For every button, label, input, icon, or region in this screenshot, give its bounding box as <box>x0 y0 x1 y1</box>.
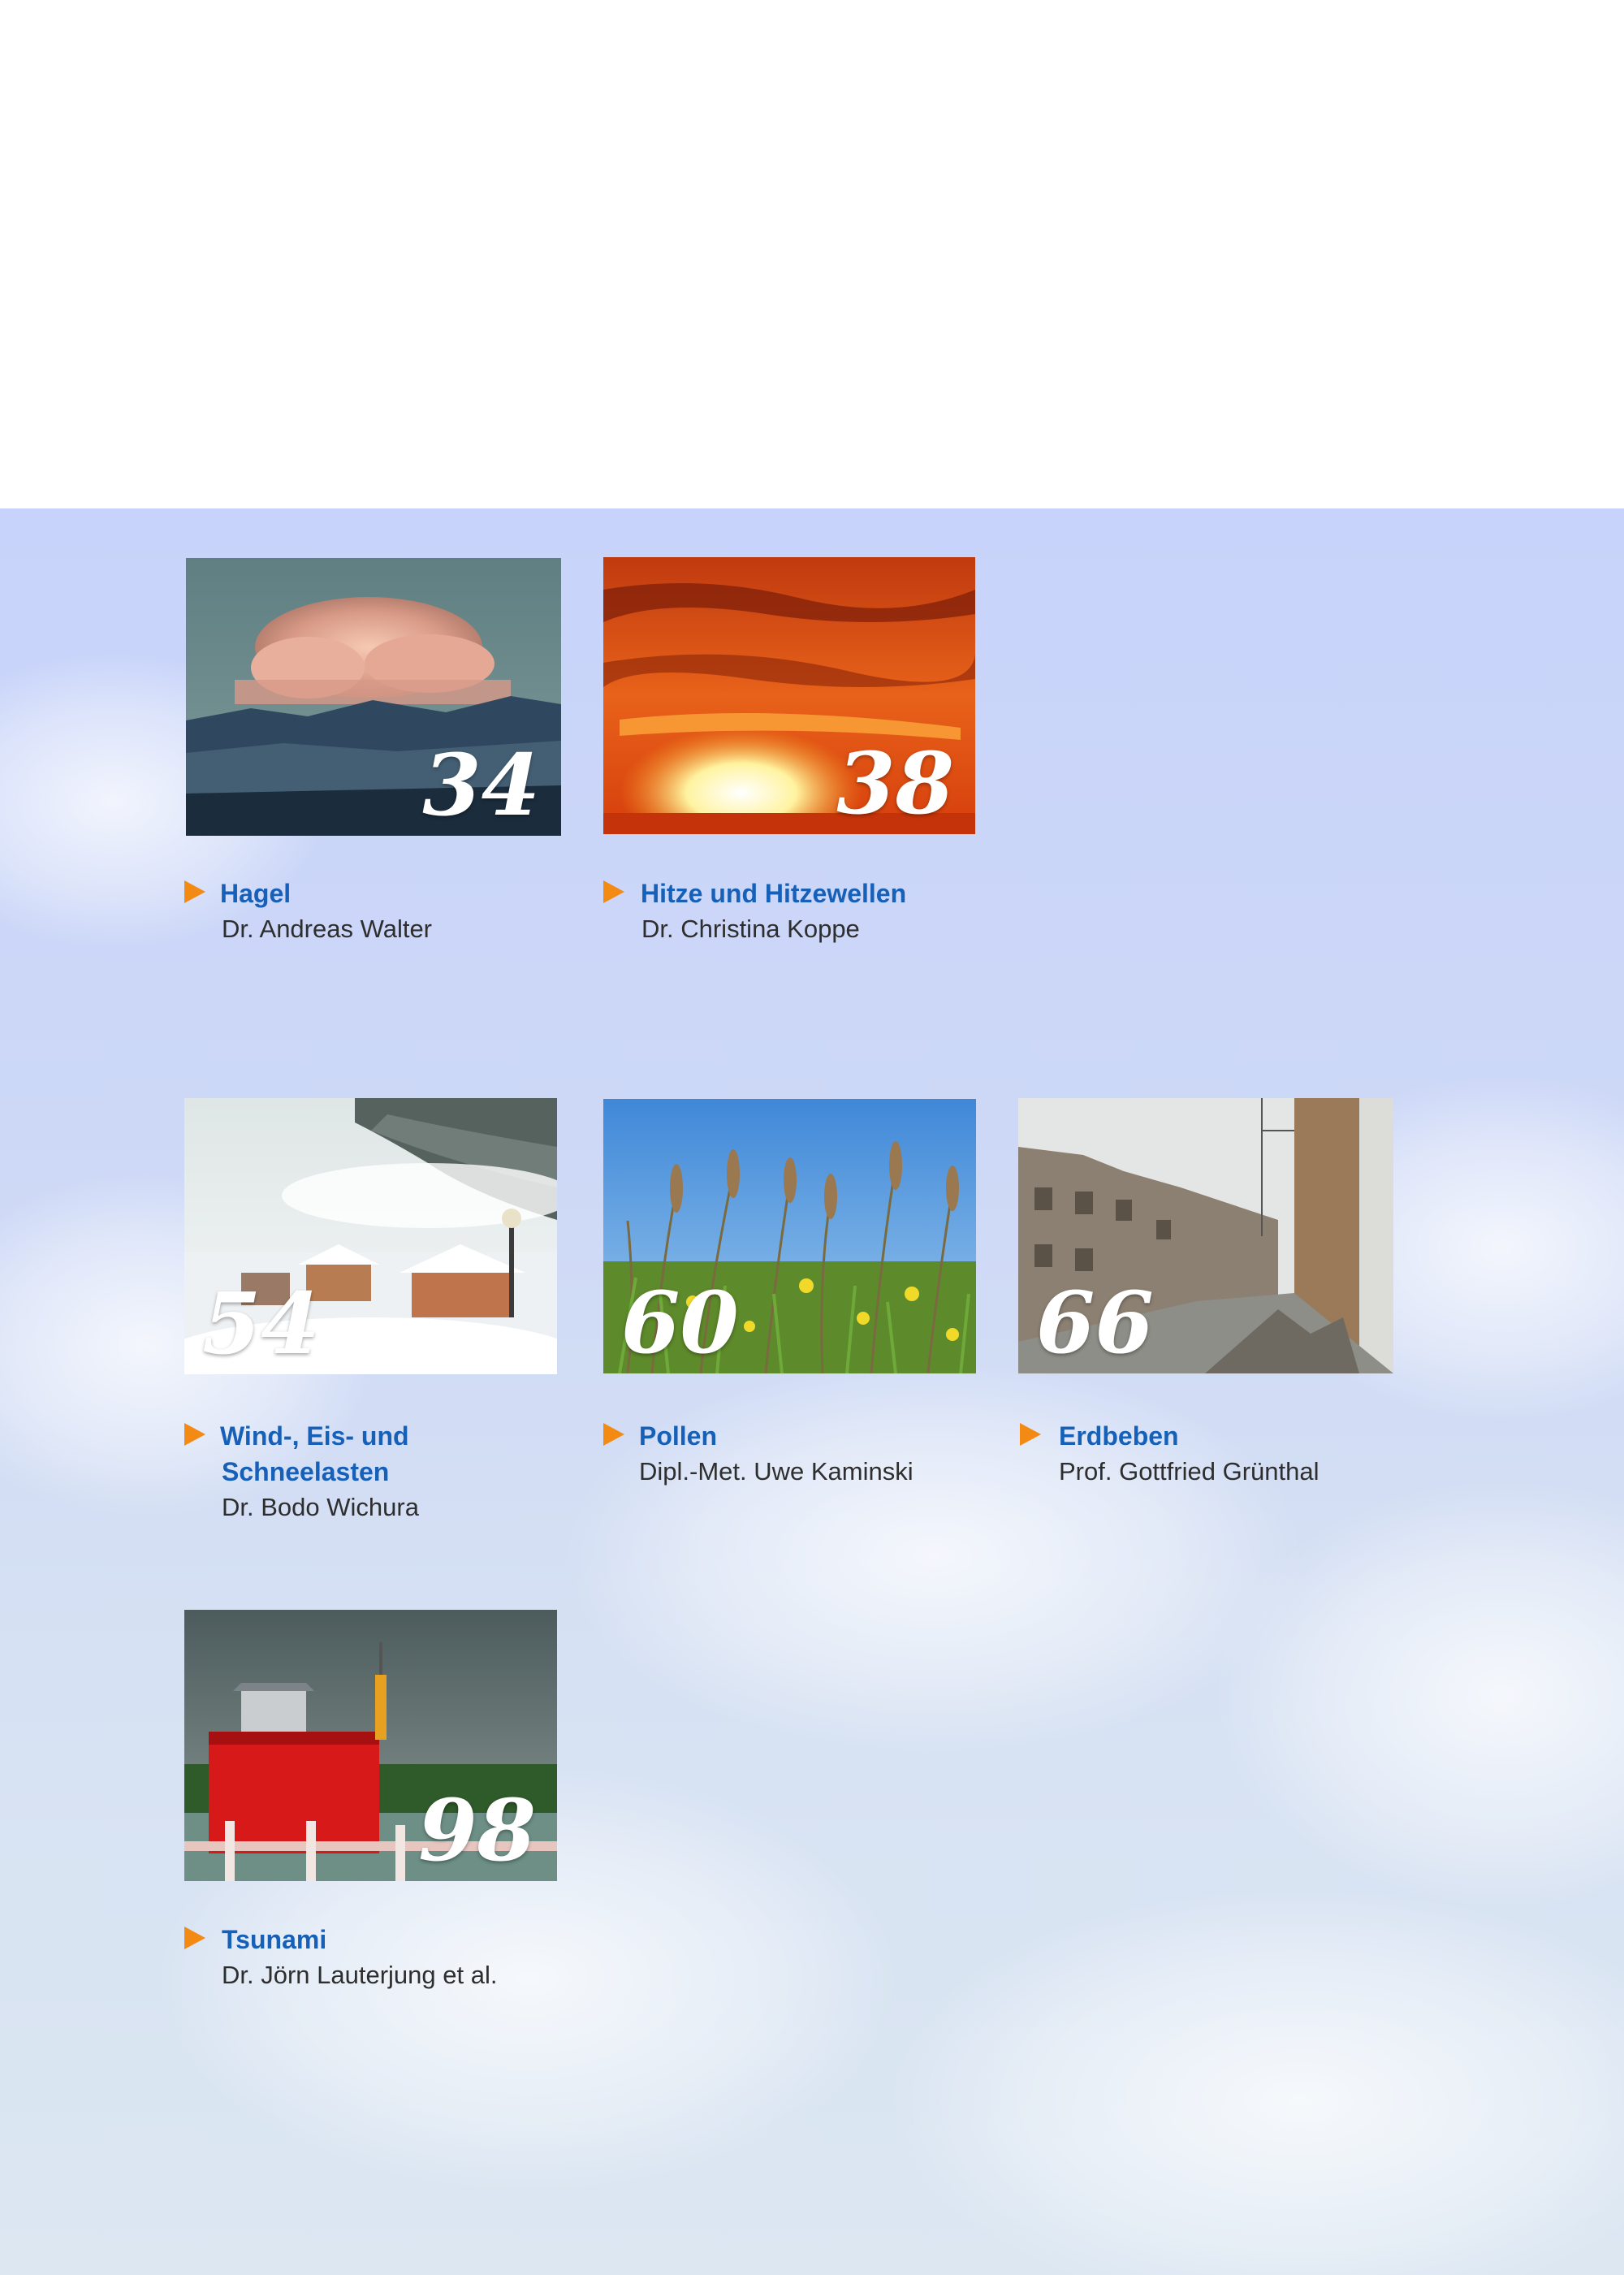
tsunami-buoy-photo[interactable]: 98 <box>184 1610 557 1881</box>
grass-meadow-photo[interactable]: 60 <box>603 1099 976 1373</box>
toc-entry-hitze[interactable]: Hitze und Hitzewellen Dr. Christina Kopp… <box>603 876 1026 947</box>
toc-entry-pollen[interactable]: Pollen Dipl.-Met. Uwe Kaminski <box>603 1418 1026 1490</box>
snowy-village-photo[interactable]: 54 <box>184 1098 557 1374</box>
earthquake-ruins-photo[interactable]: 66 <box>1018 1098 1393 1373</box>
toc-entry-hagel[interactable]: Hagel Dr. Andreas Walter <box>184 876 566 947</box>
entry-title[interactable]: Hagel <box>220 876 566 911</box>
toc-entry-wind-eis-schnee[interactable]: Wind-, Eis- und Schneelasten Dr. Bodo Wi… <box>184 1418 566 1525</box>
entry-title[interactable]: Tsunami <box>222 1922 566 1957</box>
entry-title[interactable]: Erdbeben <box>1059 1418 1442 1454</box>
entry-title[interactable]: Hitze und Hitzewellen <box>641 876 1026 911</box>
page-number: 60 <box>621 1273 739 1373</box>
page-number: 34 <box>422 735 540 835</box>
page-number: 54 <box>202 1274 320 1373</box>
toc-entry-erdbeben[interactable]: Erdbeben Prof. Gottfried Grünthal <box>1020 1418 1442 1490</box>
arrow-icon <box>184 880 205 903</box>
entry-title-line1[interactable]: Wind-, Eis- und <box>220 1418 566 1454</box>
arrow-icon <box>184 1927 205 1949</box>
entry-title[interactable]: Pollen <box>639 1418 1026 1454</box>
entry-author: Dr. Christina Koppe <box>641 915 860 943</box>
entry-author: Dr. Bodo Wichura <box>222 1493 419 1521</box>
entry-author: Dr. Jörn Lauterjung et al. <box>222 1961 498 1989</box>
page-number: 38 <box>836 733 954 833</box>
arrow-icon <box>603 1423 624 1446</box>
page-number: 98 <box>418 1780 536 1880</box>
entry-title-line2[interactable]: Schneelasten <box>222 1454 566 1490</box>
entry-author: Dipl.-Met. Uwe Kaminski <box>639 1457 914 1486</box>
entry-author: Prof. Gottfried Grünthal <box>1059 1457 1320 1486</box>
arrow-icon <box>184 1423 205 1446</box>
page-number: 66 <box>1036 1273 1154 1373</box>
entry-author: Dr. Andreas Walter <box>222 915 433 943</box>
arrow-icon <box>603 880 624 903</box>
arrow-icon <box>1020 1423 1041 1446</box>
toc-entry-tsunami[interactable]: Tsunami Dr. Jörn Lauterjung et al. <box>184 1922 566 1993</box>
cumulonimbus-cloud-photo[interactable]: 34 <box>186 558 561 836</box>
sunset-photo[interactable]: 38 <box>603 557 975 834</box>
